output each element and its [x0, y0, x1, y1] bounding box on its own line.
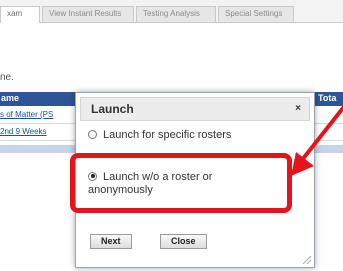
arrow-icon	[291, 106, 343, 176]
